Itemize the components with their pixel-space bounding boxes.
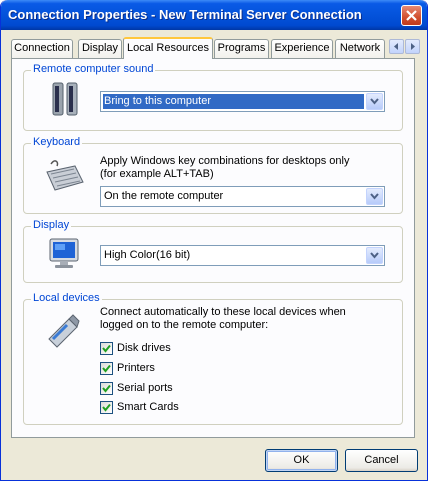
display-select[interactable]: High Color(16 bit) [100,245,385,266]
monitor-icon [49,238,79,268]
tab-display[interactable]: Display [78,39,122,58]
checkbox-box[interactable] [100,342,113,355]
close-button[interactable] [401,5,422,26]
sound-select-value: Bring to this computer [103,94,364,109]
local-devices-description-line1: Connect automatically to these local dev… [100,306,346,318]
checkbox-label: Disk drives [117,342,171,354]
usb-drive-icon [48,314,80,348]
group-label-local-devices: Local devices [31,292,102,304]
tab-programs[interactable]: Programs [214,39,269,58]
keyboard-description-line1: Apply Windows key combinations for deskt… [100,155,350,167]
checkbox-label: Serial ports [117,382,173,394]
checkmark-icon [102,403,111,412]
chevron-down-icon [370,98,379,105]
checkbox-label: Smart Cards [117,401,179,413]
sound-select[interactable]: Bring to this computer [100,91,385,112]
cancel-button[interactable]: Cancel [345,449,418,472]
display-select-value: High Color(16 bit) [104,249,191,261]
checkmark-icon [102,344,111,353]
group-label-display: Display [31,219,72,231]
ok-button[interactable]: OK [265,449,338,472]
tab-experience[interactable]: Experience [271,39,333,58]
chevron-down-icon [370,252,379,259]
checkbox-box[interactable] [100,362,113,375]
tab-label: Experience [274,42,330,54]
checkbox-box[interactable] [100,382,113,395]
window-title: Connection Properties - New Terminal Ser… [8,7,362,22]
keyboard-select-value: On the remote computer [104,190,224,202]
group-label-remote-sound: Remote computer sound [31,63,156,75]
keyboard-description-line2: (for example ALT+TAB) [100,168,214,180]
tab-label: Display [81,42,119,54]
local-devices-description-line2: logged on to the remote computer: [100,319,269,331]
tab-label: Programs [217,42,266,54]
tab-local-resources[interactable]: Local Resources [123,37,213,59]
title-bar[interactable]: Connection Properties - New Terminal Ser… [1,0,427,30]
checkbox-label: Printers [117,362,155,374]
checkbox-box[interactable] [100,401,113,414]
keyboard-select-dropdown-button[interactable] [366,188,383,205]
speakers-icon [52,82,78,116]
tab-network[interactable]: Network [335,39,385,58]
keyboard-select[interactable]: On the remote computer [100,186,385,207]
arrow-left-icon [394,43,398,50]
arrow-right-icon [411,43,415,50]
tab-scroll-right-button[interactable] [405,39,420,54]
checkmark-icon [102,384,111,393]
keyboard-icon [46,160,84,191]
tab-label: Connection [14,42,70,54]
sound-select-dropdown-button[interactable] [366,93,383,110]
tab-scroll-left-button[interactable] [389,39,404,54]
checkmark-icon [102,364,111,373]
tab-label: Local Resources [127,42,209,54]
tab-connection[interactable]: Connection [11,39,73,58]
group-label-keyboard: Keyboard [31,136,83,148]
dialog-window: Connection Properties - New Terminal Ser… [0,0,428,481]
chevron-down-icon [370,193,379,200]
close-icon [406,10,417,21]
tab-label: Network [339,42,381,54]
display-select-dropdown-button[interactable] [366,247,383,264]
